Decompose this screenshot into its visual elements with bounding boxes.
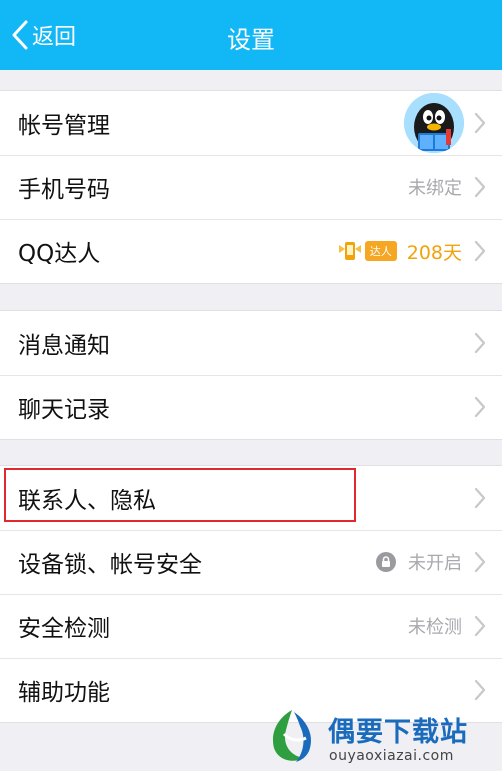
row-right: [474, 487, 486, 509]
row-label: 手机号码: [18, 177, 110, 203]
row-right: 未开启: [376, 549, 486, 575]
daren-badge: 达人: [337, 239, 397, 263]
qq-daren-icon: [338, 242, 361, 260]
security-check-row[interactable]: 安全检测 未检测: [0, 594, 502, 658]
watermark-url: ouyaoxiazai.com: [329, 748, 454, 764]
row-label: 安全检测: [18, 616, 110, 642]
row-right: 未检测: [408, 613, 486, 639]
row-right: 达人 208天: [337, 238, 486, 265]
chevron-right-icon: [474, 332, 486, 354]
chevron-right-icon: [474, 240, 486, 262]
row-label: 联系人、隐私: [18, 488, 156, 514]
chevron-right-icon: [474, 176, 486, 198]
device-lock-status: 未开启: [408, 553, 462, 574]
account-management-row[interactable]: 帐号管理: [0, 91, 502, 155]
row-label: 消息通知: [18, 333, 110, 359]
phone-status: 未绑定: [408, 178, 462, 199]
row-label: QQ达人: [18, 241, 101, 267]
page-title: 设置: [227, 26, 275, 54]
lock-icon: [376, 552, 396, 572]
navigation-bar: 返回 设置: [0, 0, 502, 70]
qq-daren-row[interactable]: QQ达人 达人 208天: [0, 219, 502, 283]
settings-group-messages: 消息通知 聊天记录: [0, 310, 502, 440]
watermark-brand: 偶要下载站: [328, 717, 468, 748]
settings-group-account: 帐号管理 手机号码 未绑定 QQ达人 达人 208天: [0, 90, 502, 284]
daren-tag: 达人: [364, 241, 397, 261]
security-check-status: 未检测: [408, 617, 462, 638]
row-right: [474, 679, 486, 701]
daren-days: 208天: [406, 241, 462, 264]
chevron-right-icon: [474, 679, 486, 701]
row-label: 聊天记录: [18, 397, 110, 423]
device-lock-row[interactable]: 设备锁、帐号安全 未开启: [0, 530, 502, 594]
qq-penguin-avatar: [404, 93, 464, 153]
row-right: [474, 396, 486, 418]
row-label: 帐号管理: [18, 113, 110, 139]
watermark: 偶要下载站 ouyaoxiazai.com: [256, 700, 502, 771]
chat-history-row[interactable]: 聊天记录: [0, 375, 502, 439]
watermark-logo-icon: [272, 710, 312, 762]
chevron-right-icon: [474, 551, 486, 573]
row-right: 未绑定: [408, 174, 486, 200]
message-notification-row[interactable]: 消息通知: [0, 311, 502, 375]
chevron-right-icon: [474, 396, 486, 418]
contacts-privacy-row[interactable]: 联系人、隐私: [0, 466, 502, 530]
chevron-right-icon: [474, 615, 486, 637]
chevron-right-icon: [474, 487, 486, 509]
row-right: [474, 332, 486, 354]
row-label: 设备锁、帐号安全: [18, 552, 202, 578]
row-right: [404, 93, 486, 153]
settings-group-privacy: 联系人、隐私 设备锁、帐号安全 未开启 安全检测 未检测 辅助功能: [0, 465, 502, 723]
phone-number-row[interactable]: 手机号码 未绑定: [0, 155, 502, 219]
chevron-right-icon: [474, 112, 486, 134]
